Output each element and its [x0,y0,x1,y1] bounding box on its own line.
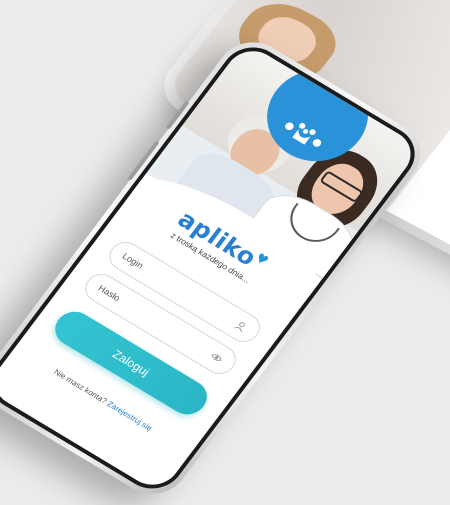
eye-icon[interactable] [208,350,226,366]
login-placeholder: Login [120,251,146,271]
user-icon [232,318,250,334]
signup-question: Nie masz konta? [52,367,109,406]
mockup-stage: apliko♥ z troską każdego dnia... Login H… [0,0,450,505]
signup-link[interactable]: Zarejestruj się [105,400,154,433]
password-placeholder: Hasło [96,283,123,304]
